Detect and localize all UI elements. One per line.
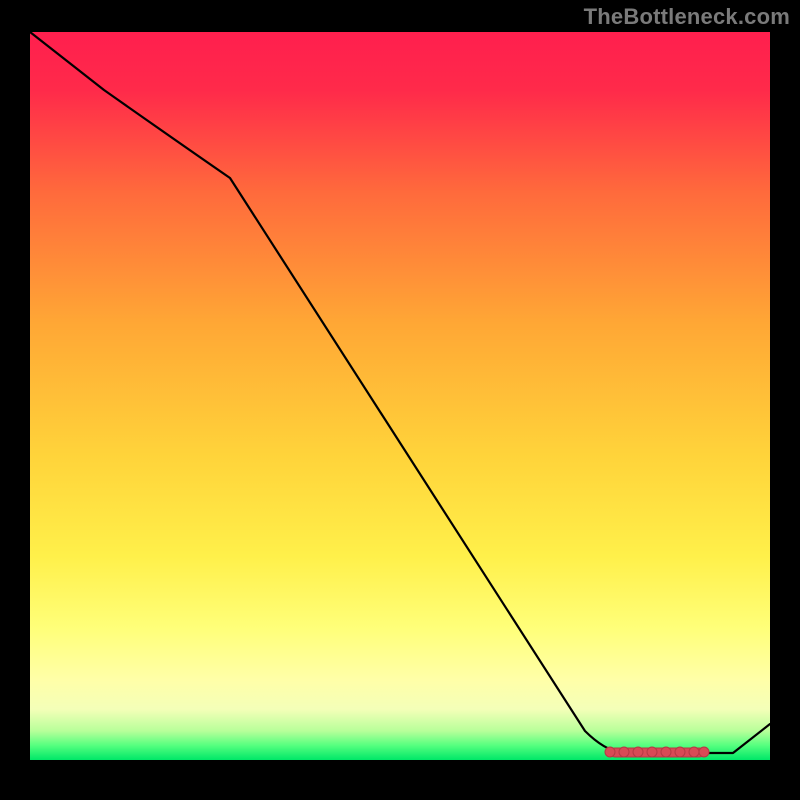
chart-frame: { "watermark": "TheBottleneck.com", "col… — [0, 0, 800, 800]
plot-area — [30, 32, 770, 760]
marker-dot — [699, 747, 709, 757]
chart-svg — [0, 0, 800, 800]
marker-dot — [619, 747, 629, 757]
marker-dot — [675, 747, 685, 757]
marker-dot — [661, 747, 671, 757]
marker-dot — [689, 747, 699, 757]
marker-dot — [633, 747, 643, 757]
watermark-text: TheBottleneck.com — [584, 4, 790, 30]
optimal-markers — [605, 747, 709, 757]
plot-background — [30, 32, 770, 760]
marker-dot — [605, 747, 615, 757]
marker-dot — [647, 747, 657, 757]
